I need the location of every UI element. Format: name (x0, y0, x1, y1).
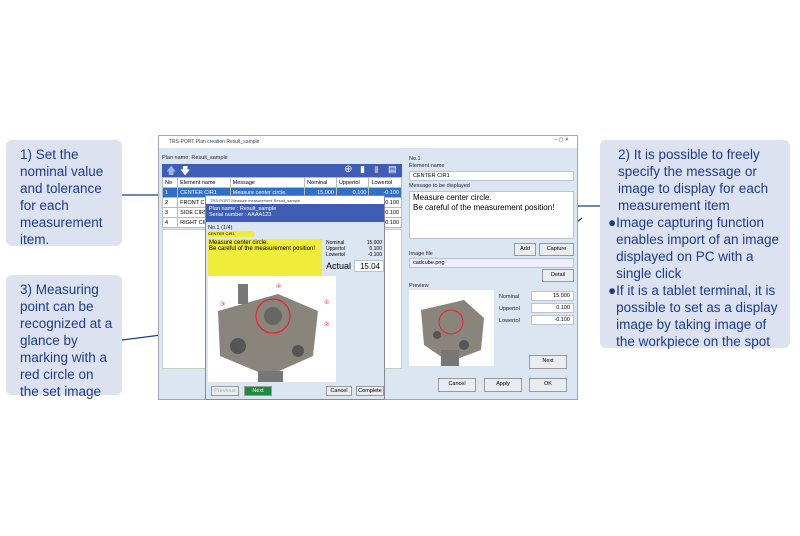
ok-button[interactable]: OK (529, 378, 567, 392)
dialog-values: Nominal 15.000 Uppertol 0.100 Lowertol -0.1… (326, 240, 382, 258)
uppertol-label: Uppertol (499, 306, 520, 312)
add-icon[interactable]: ⊕ (344, 164, 352, 175)
nominal-input[interactable]: 15.000 (531, 291, 574, 301)
table-cell: 1 (161, 187, 179, 198)
workpiece-image: ④ ① ② ③ (208, 276, 336, 382)
table-cell: 3 (161, 207, 179, 218)
column-header: Nominal (304, 177, 337, 188)
dialog-header: Plan name : Result_sample Serial number :… (206, 204, 384, 222)
capture-button[interactable]: Capture (539, 243, 574, 256)
column-header: Uppertol (335, 177, 370, 188)
image-file-select[interactable]: cadcube.png (409, 258, 574, 268)
serial-number: Serial number : AAAA123 (209, 212, 272, 218)
cancel-button[interactable]: Cancel (438, 378, 476, 392)
dialog-element: CENTER CIR1 (208, 231, 254, 237)
svg-text:②: ② (324, 321, 329, 328)
message-label: Message to be displayed (409, 183, 470, 189)
previous-button[interactable]: Previous (211, 386, 239, 396)
message-line: Be careful of the measurement position! (209, 246, 316, 252)
measurement-dialog: TRS-PORT Measure measurement Result_samp… (205, 195, 385, 400)
column-header: Message (229, 177, 306, 188)
message-line: Measure center circle. (413, 193, 492, 202)
preview-image (409, 290, 494, 366)
column-header: Element name (177, 177, 231, 188)
next-button[interactable]: Next (244, 386, 272, 396)
message-textarea[interactable]: Measure center circle. Be careful of the … (409, 191, 574, 239)
insert-icon[interactable]: ▤ (388, 164, 397, 175)
apply-button[interactable]: Apply (484, 378, 522, 392)
table-cell: 4 (161, 217, 179, 228)
uppertol-input[interactable]: 0.100 (531, 303, 574, 313)
actual-input[interactable]: 15.04 (354, 260, 384, 272)
plan-name: Plan name: Result_sample (162, 155, 228, 161)
preview-label: Preview (409, 283, 429, 289)
element-name-input[interactable]: CENTER CIR1 (409, 171, 574, 181)
image-file-label: Image file (409, 251, 433, 257)
nominal-label: Nominal (499, 294, 520, 300)
delete-icon[interactable]: ▮ (360, 164, 365, 175)
window-controls[interactable]: – ▢ ✕ (555, 137, 569, 143)
svg-text:③: ③ (220, 301, 225, 308)
lowertol-input[interactable]: -0.100 (531, 315, 574, 325)
complete-button[interactable]: Complete (356, 386, 384, 396)
cancel-button[interactable]: Cancel (326, 386, 352, 396)
editor-no: No.1 (409, 156, 421, 162)
table-header: No Element name Message Nominal Uppertol Lowe… (161, 177, 402, 188)
lowertol-label: Lowertol (326, 252, 345, 258)
dialog-title: TRS-PORT Measure measurement Result_samp… (206, 196, 384, 204)
column-header: Lowertol (368, 177, 402, 188)
message-line: Be careful of the measurement position! (413, 203, 555, 212)
title-bar: TRS-PORT Plan creation Result_sample – ▢ … (159, 136, 577, 148)
window-title: TRS-PORT Plan creation Result_sample (169, 139, 260, 145)
lowertol-label: Lowertol (499, 318, 520, 324)
toolbar: 🡅 🡇 ⊕ ▮ ▮ ▤ (162, 164, 402, 177)
detail-button[interactable]: Detail (542, 269, 574, 282)
svg-text:①: ① (324, 299, 329, 306)
column-header: No (161, 177, 179, 188)
paste-icon[interactable]: ▮ (374, 164, 379, 175)
add-button[interactable]: Add (514, 243, 536, 256)
actual-label: Actual (326, 261, 352, 271)
next-button[interactable]: Next (529, 355, 567, 369)
svg-text:④: ④ (276, 283, 281, 290)
element-name-label: Element name (409, 163, 445, 169)
lowertol-value: -0.100 (367, 252, 382, 258)
table-cell: 2 (161, 197, 179, 208)
